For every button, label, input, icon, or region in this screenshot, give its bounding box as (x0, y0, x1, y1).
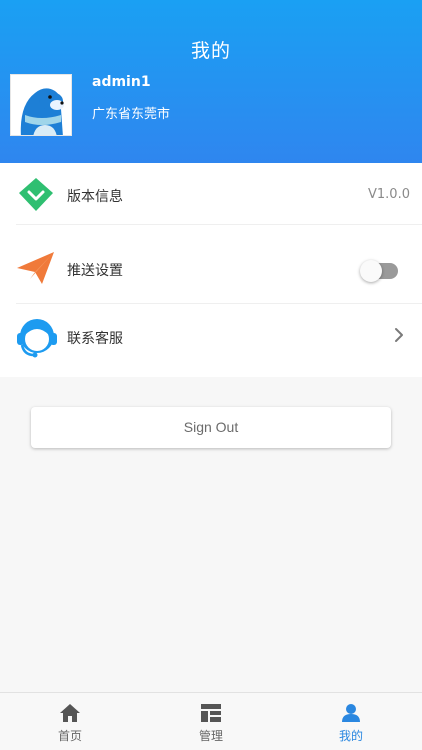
username: admin1 (92, 74, 151, 90)
home-icon (60, 704, 80, 722)
user-icon (342, 704, 360, 722)
menu-item-version[interactable]: 版本信息 V1.0.0 (0, 163, 422, 233)
settings-menu: 版本信息 V1.0.0 推送设置 联系客服 (0, 163, 422, 377)
avatar[interactable] (10, 74, 72, 136)
tab-label: 管理 (198, 729, 223, 743)
version-value: V1.0.0 (368, 187, 410, 202)
divider (16, 303, 422, 304)
tab-label: 首页 (57, 729, 82, 743)
bottom-tab-bar: 首页 管理 我的 (0, 692, 422, 750)
profile-header: 我的 admin1 广东省东莞市 (0, 0, 422, 163)
menu-item-push-settings: 推送设置 (0, 234, 422, 304)
diamond-icon (16, 177, 56, 217)
page-title: 我的 (190, 40, 231, 62)
toggle-knob (360, 260, 382, 282)
divider (16, 224, 422, 225)
menu-item-label: 版本信息 (67, 189, 123, 205)
tab-manage[interactable]: 管理 (141, 693, 281, 750)
menu-item-customer-service[interactable]: 联系客服 (0, 305, 422, 375)
menu-item-label: 联系客服 (67, 331, 123, 347)
tab-home[interactable]: 首页 (0, 693, 140, 750)
user-location: 广东省东莞市 (92, 107, 171, 122)
paper-plane-icon (16, 248, 56, 288)
chevron-right-icon (394, 327, 404, 347)
tab-label: 我的 (338, 729, 363, 743)
push-toggle[interactable] (360, 260, 398, 282)
menu-item-label: 推送设置 (67, 263, 123, 279)
tab-mine[interactable]: 我的 (281, 693, 421, 750)
sign-out-button[interactable]: Sign Out (31, 407, 391, 448)
customer-service-icon (16, 315, 57, 358)
dashboard-icon (201, 704, 221, 722)
